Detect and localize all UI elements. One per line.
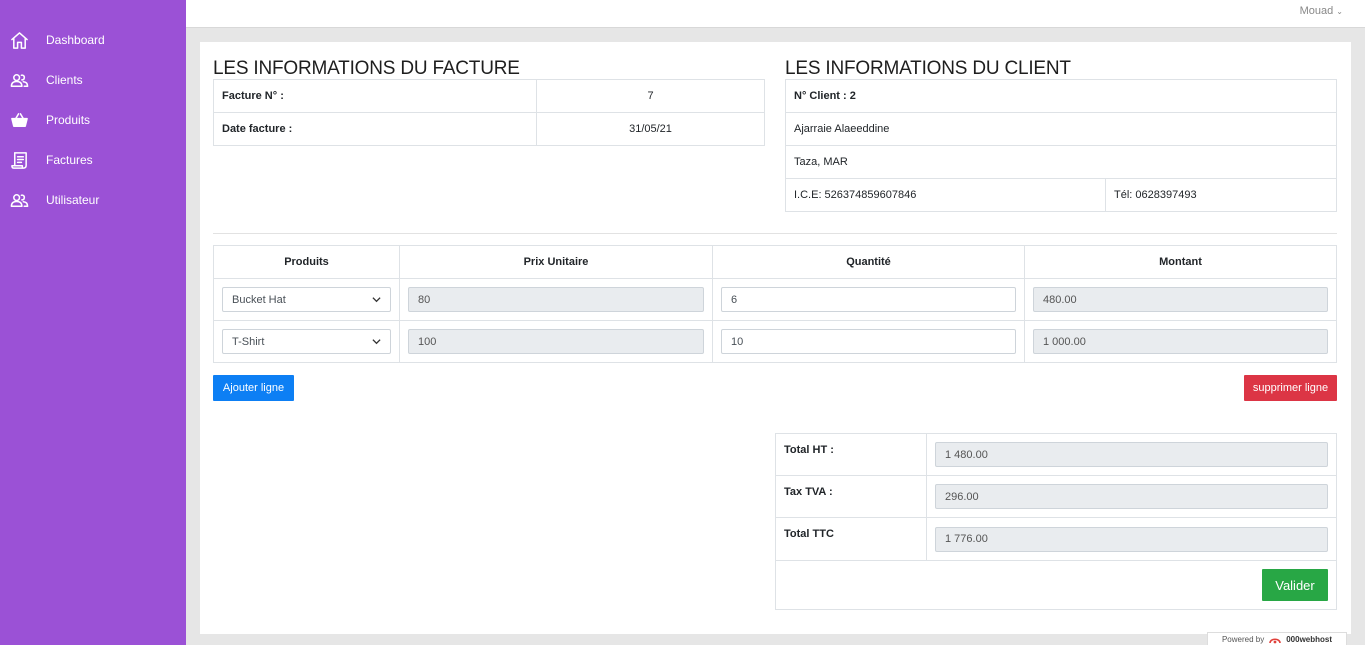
product-select[interactable]: T-Shirt [222,329,391,354]
table-row: I.C.E: 526374859607846 Tél: 0628397493 [785,178,1337,212]
table-row: Bucket Hat 80 6 480.00 [213,278,1337,321]
table-row: Total HT : 1 480.00 [775,433,1337,476]
table-row [775,560,1337,610]
product-cell: Bucket Hat [213,278,400,321]
host-name: 000webhost [1286,634,1333,644]
totals-table: Total HT : 1 480.00 Tax TVA : 296.00 Tot… [775,433,1337,610]
invoice-icon [11,151,27,169]
table-header-row: Produits Prix Unitaire Quantité Montant [213,245,1337,279]
table-row: Tax TVA : 296.00 [775,475,1337,518]
webhost-logo-icon [1269,637,1282,643]
sidebar-item-label: Factures [46,153,93,167]
total-ttc-field: 1 776.00 [935,526,1328,552]
sidebar-item-label: Dashboard [46,33,105,47]
invoice-card: LES INFORMATIONS DU FACTURE Facture N° :… [200,42,1351,634]
basket-icon [11,112,28,127]
chevron-down-icon [372,339,381,345]
sidebar-item-utilisateur[interactable]: Utilisateur [0,180,186,220]
sidebar-nav: Dashboard Clients Produits Factures Util… [0,20,186,220]
users-icon [10,193,29,207]
delete-line-button[interactable]: supprimer ligne [1244,375,1337,401]
user-name: Mouad [1299,5,1334,17]
chevron-down-icon [372,297,381,303]
table-row: Date facture : 31/05/21 [213,112,765,146]
amount-cell: 480.00 [1024,278,1337,321]
tax-tva-field: 296.00 [935,484,1328,509]
table-row: N° Client : 2 [785,79,1337,113]
invoice-info-heading: LES INFORMATIONS DU FACTURE [213,58,520,79]
total-ht-field: 1 480.00 [935,442,1328,467]
tax-tva-label: Tax TVA : [775,475,927,518]
table-row: Ajarraie Alaeeddine [785,112,1337,146]
column-header-prix-unitaire: Prix Unitaire [399,245,713,279]
sidebar-item-clients[interactable]: Clients [0,60,186,100]
column-header-montant: Montant [1024,245,1337,279]
invoice-date: 31/05/21 [536,112,765,146]
amount-field: 480.00 [1033,287,1328,312]
column-header-quantite: Quantité [712,245,1025,279]
table-row: Total TTC 1 776.00 [775,517,1337,561]
client-number: N° Client : 2 [785,79,1337,113]
invoice-info-table: Facture N° : 7 Date facture : 31/05/21 [213,79,765,146]
invoice-number: 7 [536,79,765,113]
unit-price-field: 100 [408,329,704,354]
product-select-value: T-Shirt [232,335,265,348]
total-ht-label: Total HT : [775,433,927,476]
invoice-date-label: Date facture : [213,112,537,146]
sidebar-item-label: Utilisateur [46,193,100,207]
total-ttc-label: Total TTC [775,517,927,561]
divider [213,233,1337,234]
product-select-value: Bucket Hat [232,293,286,306]
product-select[interactable]: Bucket Hat [222,287,391,312]
hosting-badge[interactable]: Powered by 000webhost [1207,632,1347,645]
amount-field: 1 000.00 [1033,329,1328,354]
sidebar-item-produits[interactable]: Produits [0,100,186,140]
table-row: T-Shirt 100 10 1 000.00 [213,320,1337,363]
sidebar-item-dashboard[interactable]: Dashboard [0,20,186,60]
sidebar-item-label: Clients [46,73,83,87]
sidebar-item-factures[interactable]: Factures [0,140,186,180]
powered-by-text: Powered by [1221,634,1265,644]
sidebar-item-label: Produits [46,113,91,127]
client-info-heading: LES INFORMATIONS DU CLIENT [785,58,1071,79]
table-row: Taza, MAR [785,145,1337,179]
quantity-input[interactable]: 6 [721,287,1016,312]
client-name: Ajarraie Alaeeddine [785,112,1337,146]
validate-button[interactable]: Valider [1262,569,1328,601]
users-icon [10,73,29,87]
sidebar: Dashboard Clients Produits Factures Util… [0,0,186,645]
unit-price-field: 80 [408,287,704,312]
client-info-table: N° Client : 2 Ajarraie Alaeeddine Taza, … [785,79,1337,212]
invoice-lines-table: Produits Prix Unitaire Quantité Montant … [213,245,1337,363]
home-icon [11,31,28,49]
user-menu[interactable]: Mouad ⌄ [1300,5,1343,17]
validate-cell [775,560,1337,610]
quantity-cell: 6 [712,278,1025,321]
column-header-produits: Produits [213,245,400,279]
quantity-input[interactable]: 10 [721,329,1016,354]
amount-cell: 1 000.00 [1024,320,1337,363]
price-cell: 80 [399,278,713,321]
top-bar: Mouad ⌄ [186,0,1365,28]
client-ice: I.C.E: 526374859607846 [785,178,1106,212]
client-phone: Tél: 0628397493 [1105,178,1337,212]
price-cell: 100 [399,320,713,363]
chevron-down-icon: ⌄ [1336,7,1343,16]
client-city: Taza, MAR [785,145,1337,179]
table-row: Facture N° : 7 [213,79,765,113]
quantity-cell: 10 [712,320,1025,363]
product-cell: T-Shirt [213,320,400,363]
invoice-number-label: Facture N° : [213,79,537,113]
add-line-button[interactable]: Ajouter ligne [213,375,294,401]
